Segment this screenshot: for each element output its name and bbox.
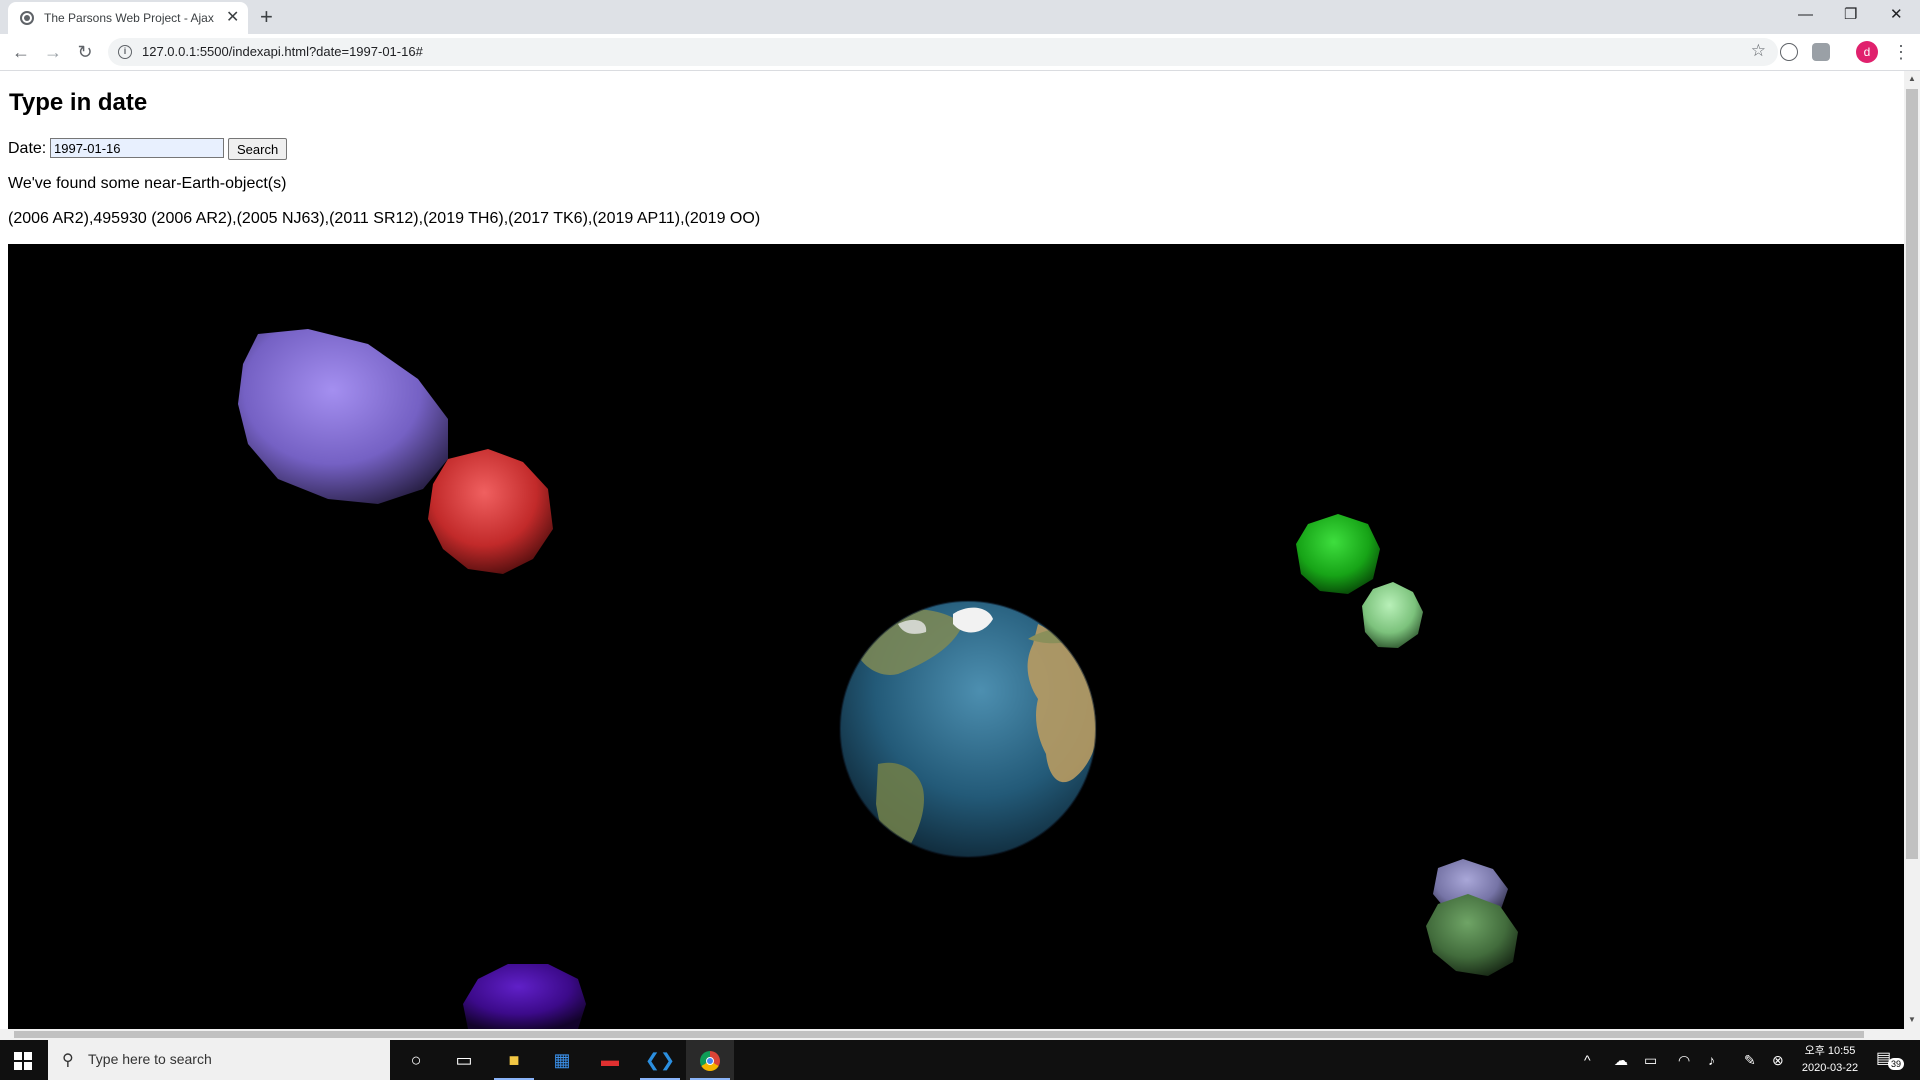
neo-list: (2006 AR2),495930 (2006 AR2),(2005 NJ63)… — [8, 210, 761, 227]
taskbar-search-box[interactable]: ⚲ Type here to search — [48, 1040, 390, 1080]
volume-icon[interactable]: ♪ — [1708, 1052, 1715, 1068]
scroll-down-icon[interactable]: ▼ — [1908, 1015, 1916, 1024]
clock-time: 오후 10:55 — [1804, 1045, 1856, 1057]
found-message: We've found some near-Earth-object(s) — [8, 175, 287, 192]
vertical-scroll-thumb[interactable] — [1906, 89, 1918, 859]
horizontal-scroll-thumb[interactable] — [14, 1031, 1864, 1038]
notification-center-icon[interactable]: ▤ 39 — [1876, 1048, 1905, 1072]
date-input[interactable] — [50, 138, 224, 158]
file-explorer-icon[interactable]: ■ — [490, 1040, 538, 1080]
chrome-icon[interactable] — [686, 1040, 734, 1080]
restore-button[interactable]: ❐ — [1844, 4, 1857, 26]
windows-start-icon[interactable] — [14, 1052, 32, 1070]
earth — [839, 600, 1097, 858]
close-window-button[interactable]: ✕ — [1890, 4, 1903, 26]
show-hidden-icons[interactable]: ^ — [1584, 1052, 1591, 1068]
task-view-icon[interactable]: ▭ — [440, 1040, 488, 1080]
news-app-icon[interactable]: ▬ — [586, 1040, 634, 1080]
tab-close-icon[interactable]: ✕ — [226, 8, 239, 28]
3d-scene-canvas[interactable] — [8, 244, 1904, 1029]
search-button[interactable]: Search — [228, 138, 288, 160]
cortana-icon[interactable]: ○ — [392, 1040, 440, 1080]
profile-avatar[interactable]: d — [1856, 41, 1878, 63]
taskbar: ⚲ Type here to search ○ ▭ ■ ▦ ▬ ❮❯ ^ ☁ ▭… — [0, 1040, 1920, 1080]
menu-dots-icon[interactable]: ⋮ — [1892, 41, 1910, 63]
notification-count: 39 — [1888, 1058, 1905, 1070]
horizontal-scrollbar[interactable] — [0, 1029, 1920, 1040]
pen-icon[interactable]: ✎ — [1744, 1052, 1756, 1069]
system-clock[interactable]: 오후 10:55 2020-03-22 — [1790, 1043, 1870, 1077]
forward-arrow-icon[interactable]: → — [40, 39, 66, 65]
calendar-app-icon[interactable]: ▦ — [538, 1040, 586, 1080]
asteroid-red — [428, 449, 553, 574]
page-content: Type in date Date: Search We've found so… — [0, 71, 1904, 1029]
page-title: Type in date — [9, 89, 148, 116]
bookmark-star-icon[interactable]: ☆ — [1751, 41, 1766, 61]
wifi-icon[interactable]: ◠ — [1678, 1052, 1690, 1069]
onedrive-icon[interactable]: ☁ — [1614, 1052, 1628, 1069]
reload-icon[interactable]: ↻ — [72, 39, 98, 65]
battery-icon[interactable]: ▭ — [1644, 1052, 1657, 1069]
info-icon[interactable]: i — [118, 45, 132, 59]
close-circle-icon[interactable]: ⊗ — [1772, 1052, 1784, 1069]
clock-date: 2020-03-22 — [1801, 1062, 1859, 1074]
url-text: 127.0.0.1:5500/indexapi.html?date=1997-0… — [142, 44, 423, 59]
asteroid-green-dark — [1426, 894, 1518, 976]
extension-puzzle-icon[interactable] — [1812, 43, 1830, 61]
browser-toolbar: ← → ↻ i 127.0.0.1:5500/indexapi.html?dat… — [0, 34, 1920, 71]
asteroid-violet — [463, 964, 586, 1029]
browser-tab[interactable]: The Parsons Web Project - Ajax ✕ — [8, 2, 248, 34]
vscode-icon[interactable]: ❮❯ — [636, 1040, 684, 1080]
address-bar[interactable]: i 127.0.0.1:5500/indexapi.html?date=1997… — [108, 38, 1778, 66]
minimize-button[interactable]: — — [1798, 4, 1813, 26]
search-icon: ⚲ — [62, 1052, 74, 1069]
globe-icon — [20, 11, 34, 25]
asteroid-green-bright — [1296, 514, 1380, 594]
scene-svg — [238, 329, 1518, 1029]
taskbar-search-placeholder: Type here to search — [88, 1051, 212, 1067]
scroll-up-icon[interactable]: ▲ — [1908, 74, 1916, 83]
date-label: Date: — [8, 140, 47, 157]
extension-icon[interactable] — [1780, 43, 1798, 61]
tab-title: The Parsons Web Project - Ajax — [44, 11, 214, 25]
asteroid-green-light — [1362, 582, 1423, 648]
asteroid-purple-large — [238, 329, 448, 504]
new-tab-button[interactable]: + — [260, 4, 273, 30]
vertical-scrollbar[interactable]: ▲ ▼ — [1904, 71, 1920, 1029]
tab-strip: The Parsons Web Project - Ajax ✕ + — ❐ ✕ — [0, 0, 1920, 34]
back-arrow-icon[interactable]: ← — [8, 39, 34, 65]
